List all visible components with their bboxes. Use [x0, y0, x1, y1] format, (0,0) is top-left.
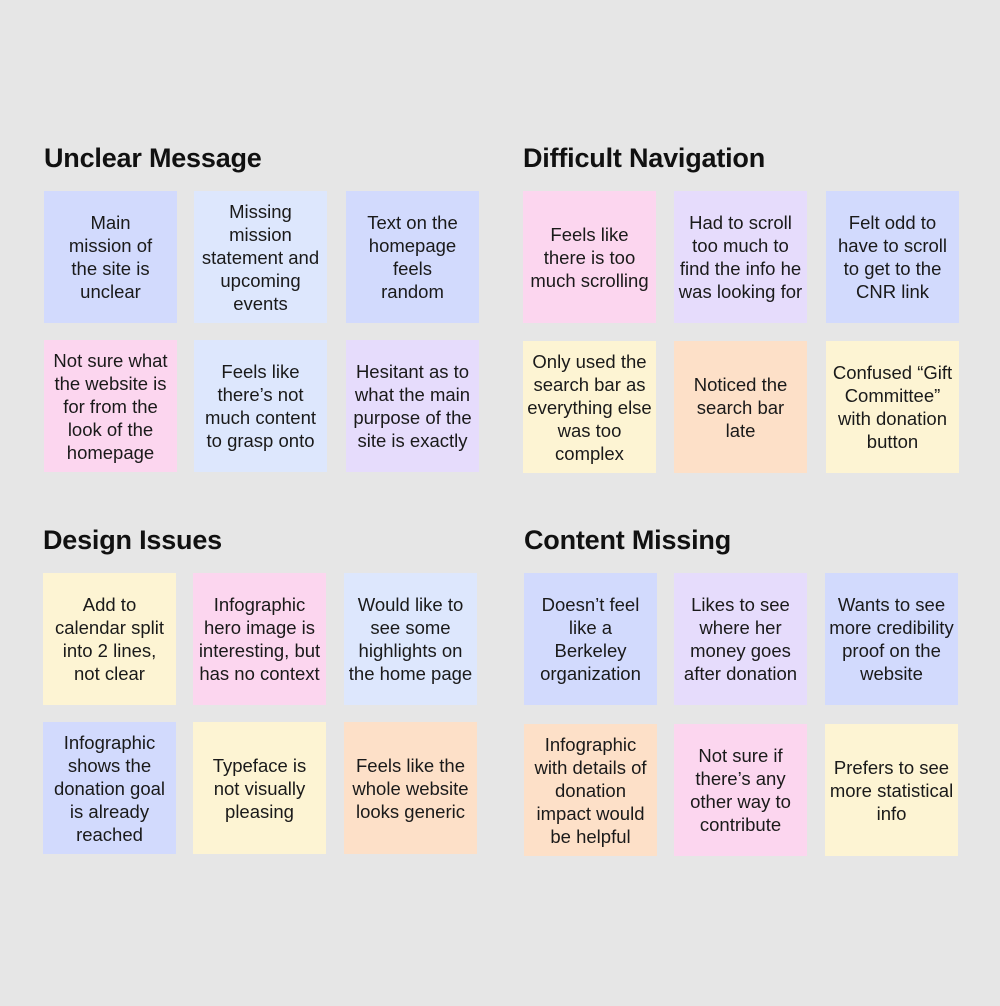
sticky-note-text: Infographic with details of donation imp…	[534, 733, 647, 847]
sticky-note-text: Infographic shows the donation goal is a…	[53, 731, 166, 845]
sticky-note[interactable]: Likes to see where her money goes after …	[674, 573, 807, 705]
sticky-note-text: Add to calendar split into 2 lines, not …	[54, 594, 164, 684]
sticky-note[interactable]: Not sure if there’s any other way to con…	[674, 724, 807, 856]
sticky-note-text: Confused “Gift Committee” with donation …	[832, 362, 953, 452]
sticky-note[interactable]: Feels like the whole website looks gener…	[344, 722, 477, 854]
sticky-note[interactable]: Confused “Gift Committee” with donation …	[826, 341, 959, 473]
sticky-note-text: Missing mission statement and upcoming e…	[201, 200, 320, 314]
sticky-note-text: Feels like the whole website looks gener…	[352, 754, 469, 822]
sticky-note[interactable]: Hesitant as to what the main purpose of …	[346, 340, 479, 472]
sticky-note-text: Hesitant as to what the main purpose of …	[353, 361, 472, 451]
sticky-note[interactable]: Infographic shows the donation goal is a…	[43, 722, 176, 854]
sticky-note-text: Not sure if there’s any other way to con…	[690, 745, 791, 835]
sticky-note-text: Only used the search bar as everything e…	[527, 350, 652, 464]
sticky-note-text: Text on the homepage feels random	[367, 212, 458, 302]
group-design-issues: Design Issues Add to calendar split into…	[43, 525, 483, 865]
sticky-note-text: Felt odd to have to scroll to get to the…	[838, 212, 947, 302]
group-unclear-message: Unclear Message Main mission of the site…	[44, 143, 484, 483]
sticky-note[interactable]: Wants to see more credibility proof on t…	[825, 573, 958, 705]
sticky-note[interactable]: Felt odd to have to scroll to get to the…	[826, 191, 959, 323]
sticky-note[interactable]: Feels like there’s not much content to g…	[194, 340, 327, 472]
sticky-note[interactable]: Main mission of the site is unclear	[44, 191, 177, 323]
group-title: Unclear Message	[44, 143, 262, 173]
sticky-note-text: Not sure what the website is for from th…	[53, 349, 168, 463]
sticky-note[interactable]: Prefers to see more statistical info	[825, 724, 958, 856]
sticky-note[interactable]: Had to scroll too much to find the info …	[674, 191, 807, 323]
sticky-note[interactable]: Missing mission statement and upcoming e…	[194, 191, 327, 323]
sticky-note[interactable]: Would like to see some highlights on the…	[344, 573, 477, 705]
sticky-note[interactable]: Only used the search bar as everything e…	[523, 341, 656, 473]
sticky-note[interactable]: Feels like there is too much scrolling	[523, 191, 656, 323]
group-title: Design Issues	[43, 525, 222, 555]
sticky-note-text: Main mission of the site is unclear	[68, 212, 153, 302]
sticky-note[interactable]: Doesn’t feel like a Berkeley organizatio…	[524, 573, 657, 705]
sticky-note[interactable]: Infographic hero image is interesting, b…	[193, 573, 326, 705]
group-content-missing: Content Missing Doesn’t feel like a Berk…	[524, 525, 964, 865]
sticky-note-text: Typeface is not visually pleasing	[212, 754, 307, 822]
sticky-note-text: Feels like there’s not much content to g…	[204, 361, 317, 451]
sticky-note-text: Likes to see where her money goes after …	[683, 594, 798, 684]
sticky-note[interactable]: Not sure what the website is for from th…	[44, 340, 177, 472]
sticky-note[interactable]: Text on the homepage feels random	[346, 191, 479, 323]
group-title: Difficult Navigation	[523, 143, 766, 173]
sticky-note[interactable]: Noticed the search bar late	[674, 341, 807, 473]
group-title: Content Missing	[524, 525, 731, 555]
sticky-note[interactable]: Add to calendar split into 2 lines, not …	[43, 573, 176, 705]
sticky-note[interactable]: Infographic with details of donation imp…	[524, 724, 657, 856]
group-difficult-navigation: Difficult Navigation Feels like there is…	[523, 143, 963, 483]
sticky-note-text: Feels like there is too much scrolling	[530, 223, 649, 291]
sticky-note[interactable]: Typeface is not visually pleasing	[193, 722, 326, 854]
sticky-note-text: Would like to see some highlights on the…	[348, 594, 473, 684]
sticky-note-text: Noticed the search bar late	[693, 373, 788, 441]
sticky-note-text: Doesn’t feel like a Berkeley organizatio…	[540, 594, 641, 684]
sticky-note-text: Had to scroll too much to find the info …	[678, 212, 803, 302]
sticky-note-text: Infographic hero image is interesting, b…	[198, 594, 321, 684]
sticky-note-text: Prefers to see more statistical info	[829, 756, 954, 824]
sticky-note-text: Wants to see more credibility proof on t…	[829, 594, 954, 684]
